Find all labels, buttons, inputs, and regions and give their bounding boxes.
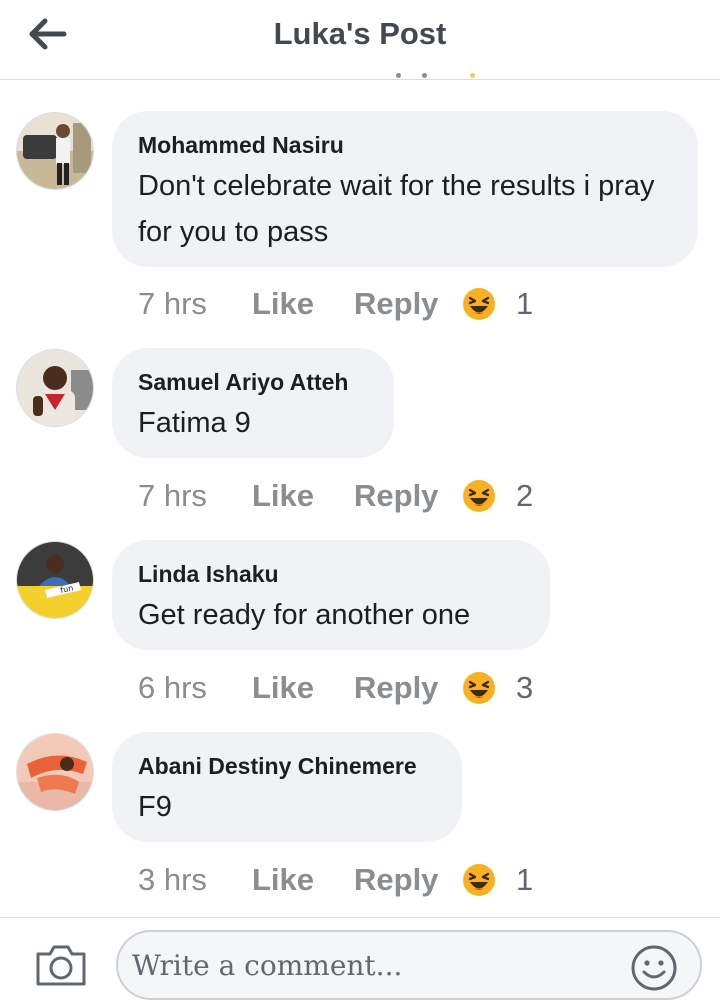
comment-time[interactable]: 7 hrs (138, 286, 252, 322)
smiley-icon (631, 945, 677, 991)
like-button[interactable]: Like (252, 286, 354, 322)
reply-button[interactable]: Reply (354, 670, 462, 706)
comment-actions: 7 hrs Like Reply 1 (138, 284, 533, 324)
comment-author[interactable]: Mohammed Nasiru (138, 129, 670, 161)
camera-button[interactable] (34, 942, 88, 988)
page-title: Luka's Post (273, 16, 447, 51)
comment-text: Don't celebrate wait for the results i p… (138, 170, 655, 248)
reaction-count[interactable]: 3 (516, 670, 533, 706)
reply-button[interactable]: Reply (354, 478, 462, 514)
comment-time[interactable]: 3 hrs (138, 862, 252, 898)
comment-author[interactable]: Samuel Ariyo Atteh (138, 366, 366, 398)
avatar[interactable] (16, 112, 94, 190)
reaction-count[interactable]: 2 (516, 478, 533, 514)
reaction-count[interactable]: 1 (516, 286, 533, 322)
like-button[interactable]: Like (252, 862, 354, 898)
avatar[interactable] (16, 349, 94, 427)
camera-icon (36, 945, 86, 986)
laughing-face-icon[interactable] (462, 668, 506, 708)
reaction-count[interactable]: 1 (516, 862, 533, 898)
comment-composer (0, 917, 720, 1004)
comment-input[interactable] (116, 930, 702, 1000)
comment-bubble[interactable]: Abani Destiny Chinemere F9 (112, 732, 462, 842)
laughing-face-icon[interactable] (462, 284, 506, 324)
emoji-button[interactable] (630, 944, 678, 992)
like-button[interactable]: Like (252, 670, 354, 706)
comment-bubble[interactable]: Samuel Ariyo Atteh Fatima 9 (112, 348, 394, 458)
comment-bubble[interactable]: Linda Ishaku Get ready for another one (112, 540, 550, 650)
comment-text: Get ready for another one (138, 599, 471, 631)
comment-bubble[interactable]: Mohammed Nasiru Don't celebrate wait for… (112, 111, 698, 267)
comment-actions: 7 hrs Like Reply 2 (138, 476, 533, 516)
reply-button[interactable]: Reply (354, 286, 462, 322)
top-bar: Luka's Post (0, 0, 720, 80)
reply-button[interactable]: Reply (354, 862, 462, 898)
comment-text: Fatima 9 (138, 407, 251, 439)
avatar[interactable] (16, 733, 94, 811)
like-button[interactable]: Like (252, 478, 354, 514)
comment-text: F9 (138, 791, 172, 823)
comment-actions: 6 hrs Like Reply 3 (138, 668, 533, 708)
comment-author[interactable]: Linda Ishaku (138, 558, 522, 590)
laughing-face-icon[interactable] (462, 476, 506, 516)
comment-actions: 3 hrs Like Reply 1 (138, 860, 533, 900)
comment-list: Mohammed Nasiru Don't celebrate wait for… (0, 81, 720, 917)
laughing-face-icon[interactable] (462, 860, 506, 900)
comment-time[interactable]: 7 hrs (138, 478, 252, 514)
previous-comment-fragment (392, 72, 482, 80)
avatar[interactable]: fun (16, 541, 94, 619)
comment-author[interactable]: Abani Destiny Chinemere (138, 750, 434, 782)
comment-time[interactable]: 6 hrs (138, 670, 252, 706)
